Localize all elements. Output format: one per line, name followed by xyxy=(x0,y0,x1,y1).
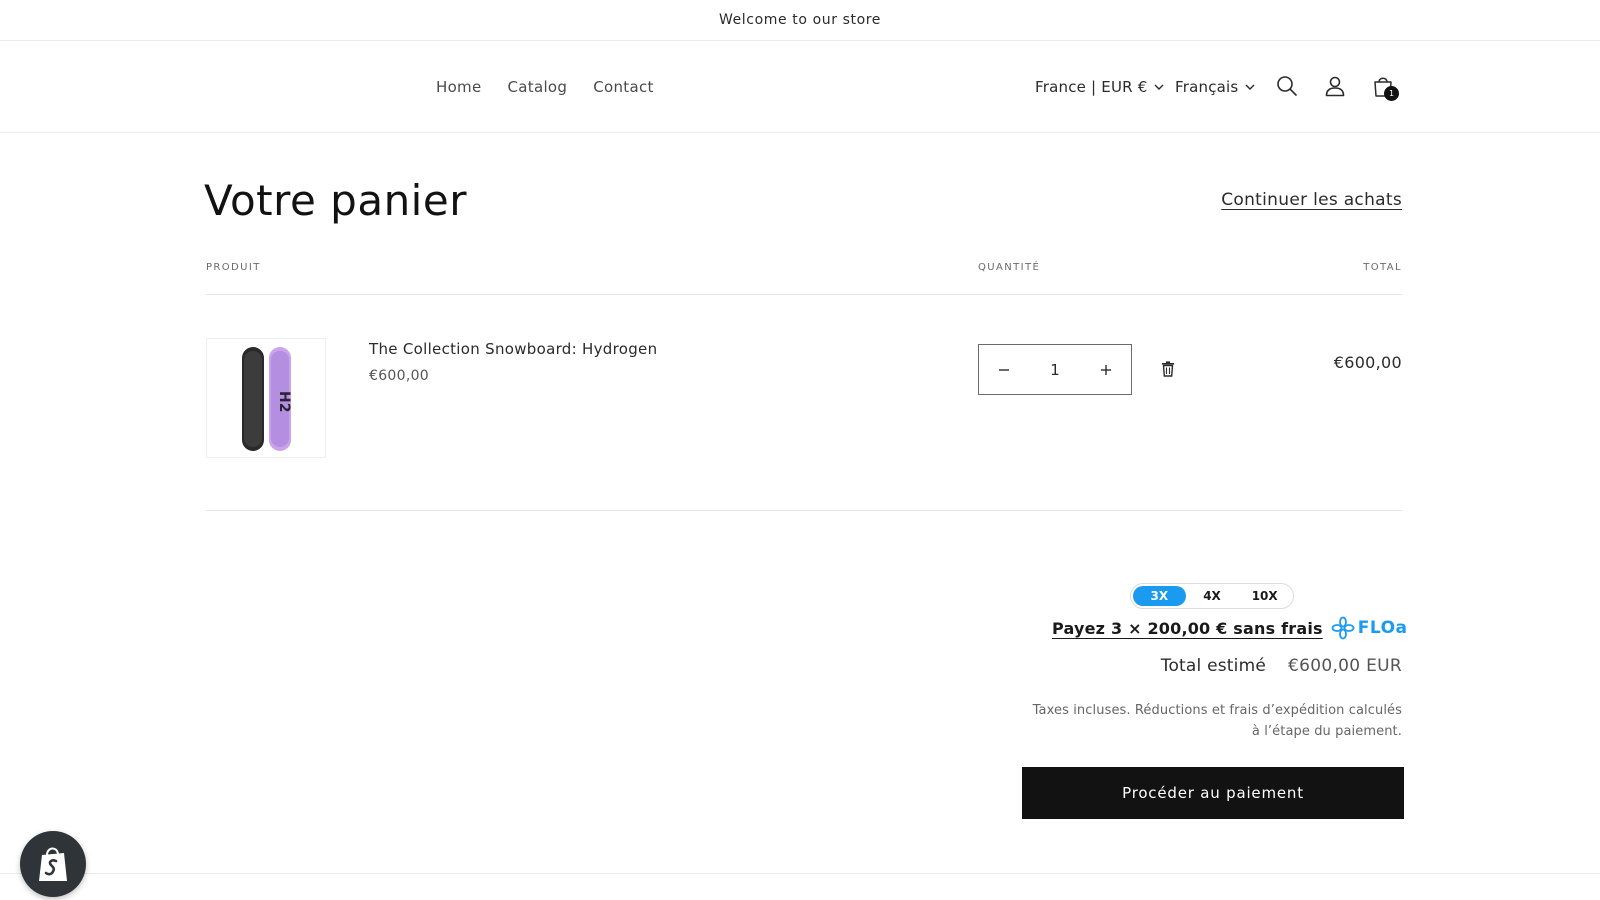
shopify-badge[interactable] xyxy=(20,831,86,897)
quantity-input[interactable] xyxy=(1030,345,1080,394)
estimated-total-value: €600,00 EUR xyxy=(1288,656,1402,676)
announcement-bar: Welcome to our store xyxy=(0,0,1600,41)
site-header: Home Catalog Contact France | EUR € Fran… xyxy=(0,41,1600,133)
column-header-quantity: QUANTITÉ xyxy=(978,262,1041,273)
floa-tab-10x[interactable]: 10X xyxy=(1238,586,1291,606)
quantity-decrease-button[interactable] xyxy=(979,345,1029,394)
floa-flower-icon xyxy=(1331,616,1355,640)
nav-contact[interactable]: Contact xyxy=(593,78,653,96)
chevron-down-icon xyxy=(1245,84,1255,90)
shopify-bag-icon xyxy=(39,847,67,881)
floa-tab-3x[interactable]: 3X xyxy=(1133,586,1186,606)
country-selector-label: France | EUR € xyxy=(1035,78,1148,96)
nav-home[interactable]: Home xyxy=(436,78,482,96)
items-divider xyxy=(206,510,1402,511)
language-selector[interactable]: Français xyxy=(1175,41,1256,133)
trash-icon xyxy=(1162,361,1174,377)
search-icon xyxy=(1277,76,1297,96)
column-header-product: PRODUIT xyxy=(206,262,261,273)
minus-icon xyxy=(999,368,1009,371)
remove-item-button[interactable] xyxy=(1157,358,1179,380)
account-icon xyxy=(1325,76,1345,97)
search-button[interactable] xyxy=(1270,69,1304,103)
language-selector-label: Français xyxy=(1175,78,1239,96)
announcement-text: Welcome to our store xyxy=(718,12,882,28)
plus-icon xyxy=(1101,364,1111,375)
estimated-total-label: Total estimé xyxy=(1160,656,1266,676)
quantity-increase-button[interactable] xyxy=(1081,345,1131,394)
product-image-link[interactable]: H2 xyxy=(206,338,326,458)
estimated-total-row: Total estimé €600,00 EUR xyxy=(1161,656,1402,676)
tax-note: Taxes incluses. Réductions et frais d’ex… xyxy=(1032,703,1402,739)
page-title: Votre panier xyxy=(204,176,467,225)
country-selector[interactable]: France | EUR € xyxy=(1035,41,1165,133)
floa-brand-text: FLOa xyxy=(1357,618,1408,638)
chevron-down-icon xyxy=(1154,84,1164,90)
line-item-total: €600,00 xyxy=(1333,353,1402,372)
nav-catalog[interactable]: Catalog xyxy=(508,78,568,96)
main-nav: Home Catalog Contact xyxy=(436,41,654,133)
floa-installment-tabs: 3X 4X 10X xyxy=(1130,583,1294,609)
column-header-total: TOTAL xyxy=(1363,262,1402,273)
quantity-stepper xyxy=(978,344,1132,395)
snowboard-image: H2 xyxy=(242,347,292,451)
account-button[interactable] xyxy=(1318,69,1352,103)
product-unit-price: €600,00 xyxy=(369,368,429,384)
product-name-link[interactable]: The Collection Snowboard: Hydrogen xyxy=(369,340,657,358)
floa-offer-link[interactable]: Payez 3 × 200,00 € sans frais xyxy=(1052,619,1323,638)
floa-logo: FLOa xyxy=(1331,616,1408,640)
checkout-button[interactable]: Procéder au paiement xyxy=(1022,767,1404,819)
footer-divider xyxy=(0,873,1600,874)
continue-shopping-link[interactable]: Continuer les achats xyxy=(1221,190,1402,210)
floa-tab-4x[interactable]: 4X xyxy=(1186,586,1239,606)
floa-offer: Payez 3 × 200,00 € sans frais FLOa xyxy=(1052,616,1408,640)
svg-text:H2: H2 xyxy=(276,391,292,412)
header-divider xyxy=(206,294,1402,295)
cart-button[interactable]: 1 xyxy=(1366,69,1400,103)
cart-count-badge: 1 xyxy=(1384,86,1399,101)
